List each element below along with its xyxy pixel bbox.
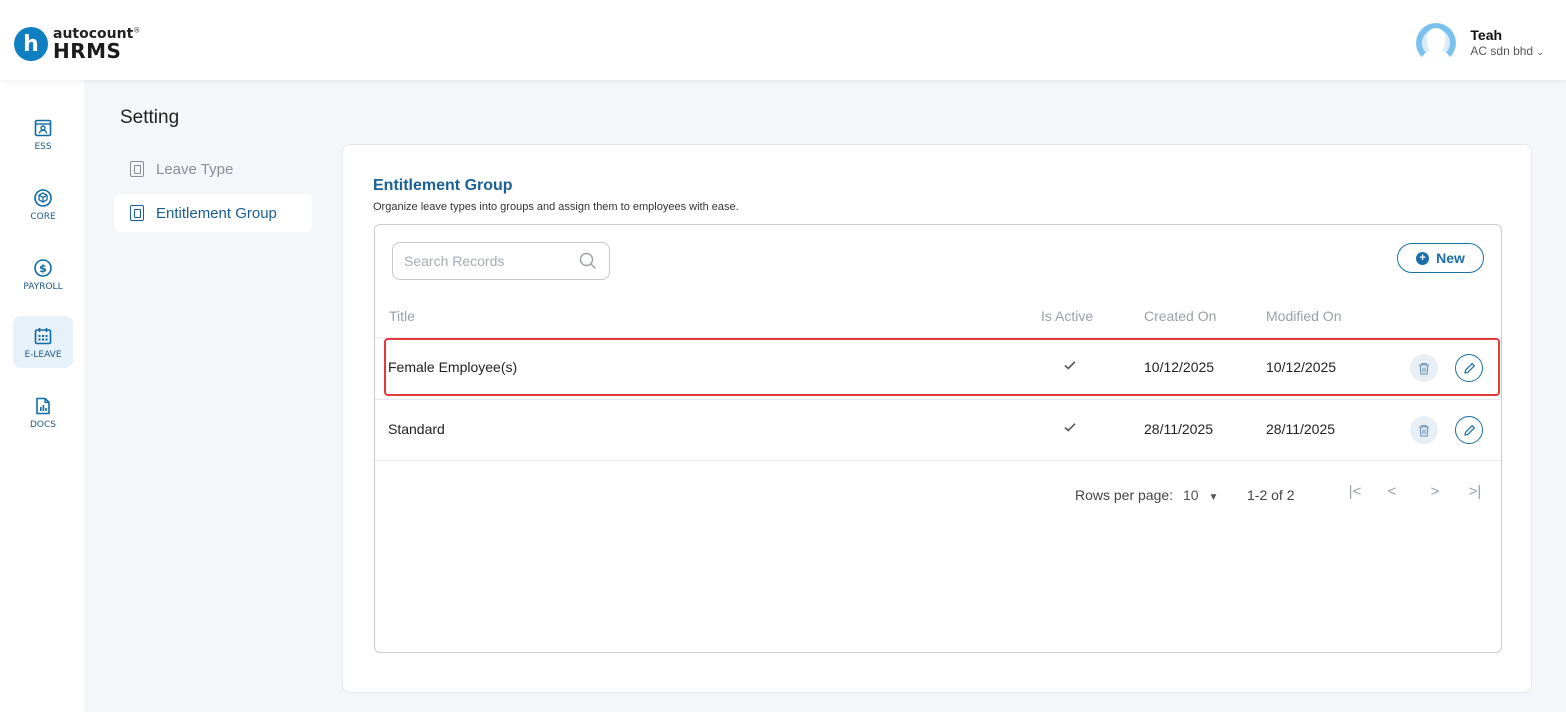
new-button[interactable]: + New	[1397, 243, 1484, 273]
sidebar-item-docs[interactable]: DOCS	[13, 386, 73, 438]
page-title: Setting	[120, 107, 180, 128]
trash-icon	[1419, 362, 1429, 375]
section-description: Organize leave types into groups and ass…	[373, 201, 739, 213]
module-sidebar: ESS CORE $ PAYROLL E-LEAVE DOCS	[0, 80, 84, 712]
edit-button[interactable]	[1455, 354, 1483, 382]
search-box	[392, 242, 610, 280]
avatar	[1416, 23, 1457, 63]
next-page-icon[interactable]: >	[1427, 483, 1443, 500]
trash-icon	[1419, 424, 1429, 437]
document-icon	[130, 205, 144, 221]
sidebar-item-payroll[interactable]: $ PAYROLL	[13, 248, 73, 300]
subnav-label: Entitlement Group	[156, 204, 277, 222]
subnav-entitlement-group[interactable]: Entitlement Group	[114, 194, 312, 232]
check-icon	[1064, 423, 1076, 432]
app-logo[interactable]: h autocount® HRMS	[14, 27, 140, 61]
last-page-icon[interactable]: >|	[1467, 483, 1483, 500]
user-name: Teah	[1470, 27, 1503, 44]
dollar-icon: $	[32, 257, 54, 279]
plus-circle-icon: +	[1416, 251, 1430, 265]
pencil-icon	[1463, 362, 1475, 374]
delete-button[interactable]	[1410, 416, 1438, 444]
first-page-icon[interactable]: |<	[1347, 483, 1363, 500]
sidebar-item-ess[interactable]: ESS	[13, 108, 73, 160]
table-row[interactable]: Female Employee(s) 10/12/2025 10/12/2025	[375, 337, 1501, 399]
rows-per-page-label: Rows per page:	[1075, 487, 1174, 503]
row-modified-on: 28/11/2025	[1266, 421, 1336, 437]
calendar-icon	[32, 325, 54, 347]
top-header: h autocount® HRMS Teah AC sdn bhd ⌄	[0, 0, 1566, 80]
user-company[interactable]: AC sdn bhd ⌄	[1470, 44, 1544, 58]
entitlement-group-card: Entitlement Group Organize leave types i…	[342, 144, 1532, 693]
dropdown-caret-icon: ▼	[1208, 492, 1219, 503]
pagination-range: 1-2 of 2	[1247, 487, 1295, 503]
column-header-is-active[interactable]: Is Active	[1041, 308, 1093, 324]
svg-text:$: $	[39, 262, 47, 275]
row-modified-on: 10/12/2025	[1266, 359, 1337, 375]
column-header-created-on[interactable]: Created On	[1144, 308, 1216, 324]
row-title: Standard	[388, 421, 445, 437]
section-title: Entitlement Group	[373, 177, 513, 194]
edit-button[interactable]	[1455, 416, 1483, 444]
sidebar-item-core[interactable]: CORE	[13, 178, 73, 230]
delete-button[interactable]	[1410, 354, 1438, 382]
pencil-icon	[1463, 424, 1475, 436]
records-table-panel: + New Title Is Active Created On Modifie…	[374, 224, 1502, 653]
ess-icon	[32, 117, 54, 139]
chevron-down-icon: ⌄	[1536, 47, 1544, 58]
logo-wordmark: HRMS	[53, 39, 122, 63]
rows-per-page-select[interactable]: 10 ▼	[1183, 487, 1218, 503]
subnav-label: Leave Type	[156, 160, 234, 178]
core-cube-icon	[32, 187, 54, 209]
search-icon[interactable]	[579, 252, 597, 270]
previous-page-icon[interactable]: <	[1384, 483, 1400, 500]
check-icon	[1064, 361, 1076, 370]
search-input[interactable]	[394, 244, 564, 278]
subnav-leave-type[interactable]: Leave Type	[114, 150, 312, 188]
row-title: Female Employee(s)	[388, 359, 518, 375]
logo-badge: h	[14, 27, 48, 61]
table-row[interactable]: Standard 28/11/2025 28/11/2025	[375, 399, 1501, 461]
sidebar-item-e-leave[interactable]: E-LEAVE	[13, 316, 73, 368]
document-chart-icon	[32, 395, 54, 417]
column-header-title[interactable]: Title	[389, 308, 415, 324]
row-created-on: 28/11/2025	[1144, 421, 1214, 437]
column-header-modified-on[interactable]: Modified On	[1266, 308, 1341, 324]
document-icon	[130, 161, 144, 177]
user-menu[interactable]: Teah AC sdn bhd ⌄	[1416, 23, 1544, 63]
row-created-on: 10/12/2025	[1144, 359, 1215, 375]
